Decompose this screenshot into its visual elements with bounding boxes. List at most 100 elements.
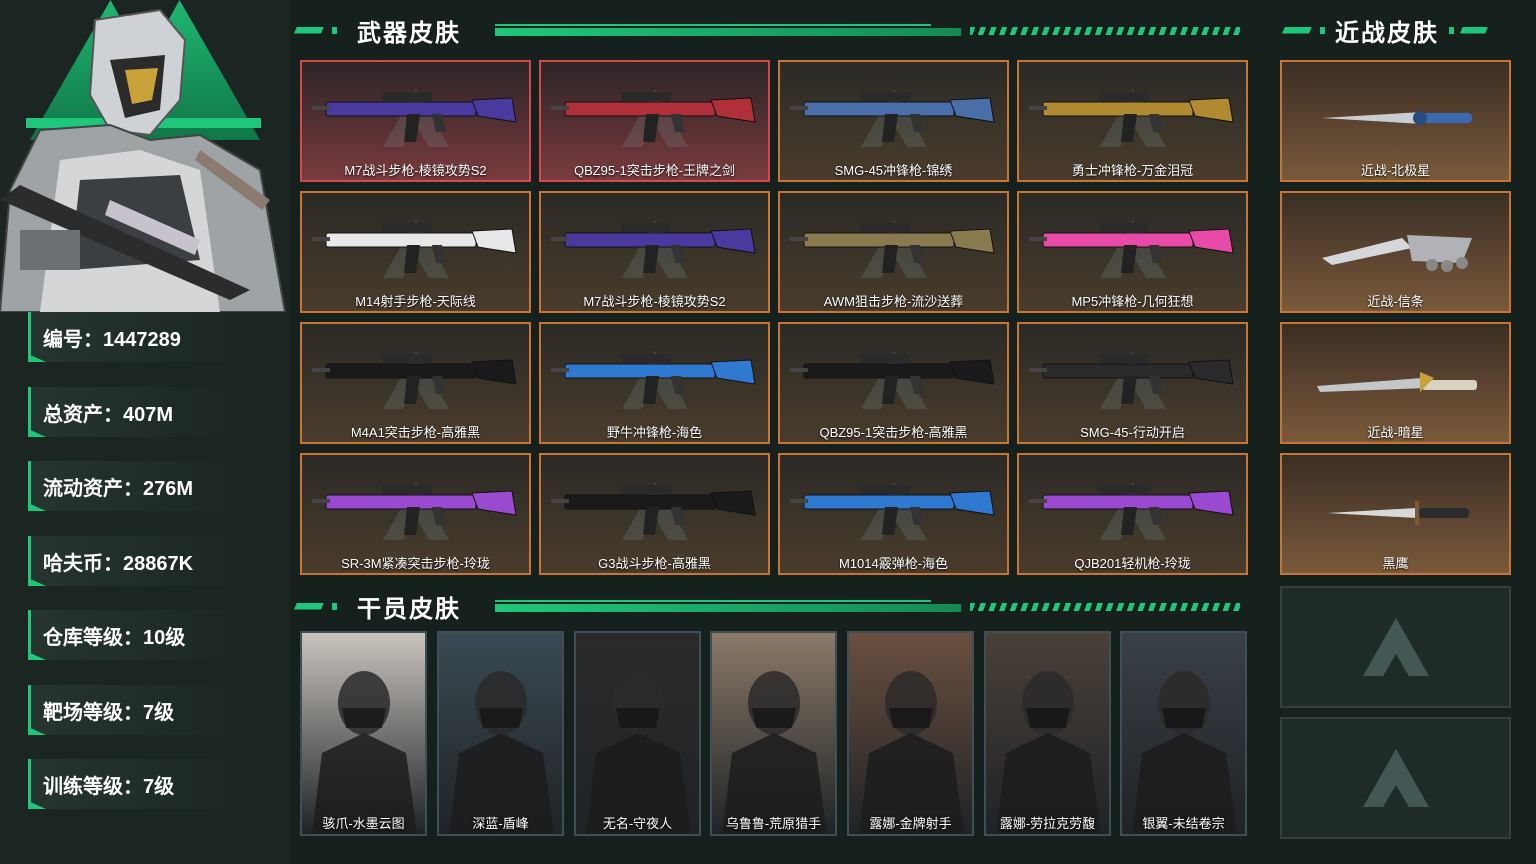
header-dash [294,602,324,610]
weapon-image [1029,223,1234,273]
stat-training-level: 训练等级：7级 [28,759,261,809]
weapon-name: G3战斗步枪-高雅黑 [598,556,711,571]
weapon-card[interactable]: M4A1突击步枪-高雅黑 [300,322,531,444]
melee-card[interactable]: 近战-暗星 [1280,322,1511,444]
operator-card[interactable]: 无名-守夜人 [574,631,701,836]
logo-watermark-icon [1362,618,1429,676]
weapon-name: 勇士冲锋枪-万金泪冠 [1071,163,1194,178]
operator-name: 露娜-金牌射手 [869,816,952,831]
operator-card[interactable]: 骇爪-水墨云图 [300,631,427,836]
weapon-name: M4A1突击步枪-高雅黑 [350,425,481,440]
stat-range-level: 靶场等级：7级 [28,685,261,735]
weapon-card[interactable]: SMG-45冲锋枪-锦绣 [778,60,1009,182]
header-dot [332,26,337,34]
operator-card[interactable]: 银翼-未结卷宗 [1120,631,1247,836]
operator-image [996,671,1101,834]
weapon-image [790,485,995,535]
header-dot [1320,26,1325,34]
melee-section-title: 近战皮肤 [1335,19,1439,47]
weapon-card[interactable]: QBZ95-1突击步枪-高雅黑 [778,322,1009,444]
header-dash [1282,26,1312,34]
operators-section-title: 干员皮肤 [357,595,461,623]
stat-id-text: 编号：1447289 [43,328,181,351]
stat-training-level-text: 训练等级：7级 [43,775,175,798]
operator-card[interactable]: 深蓝-盾峰 [437,631,564,836]
knife-icon [1322,235,1472,272]
weapon-image [1029,485,1234,535]
operator-name: 露娜-劳拉克劳馥 [999,816,1096,831]
operator-image [586,671,691,834]
weapon-name: QBZ95-1突击步枪-王牌之剑 [573,163,736,178]
weapon-card[interactable]: G3战斗步枪-高雅黑 [539,453,770,575]
weapon-name: SMG-45冲锋枪-锦绣 [834,163,953,178]
header-dot [1449,26,1454,34]
weapon-card[interactable]: QJB201轻机枪-玲珑 [1017,453,1248,575]
weapon-card[interactable]: SMG-45-行动开启 [1017,322,1248,444]
header-dot [332,602,337,610]
weapon-card[interactable]: M14射手步枪-天际线 [300,191,531,313]
weapon-image [790,223,995,273]
melee-slot-empty[interactable] [1280,586,1511,708]
weapon-image [312,354,517,404]
knife-icon [1317,372,1477,392]
melee-name: 近战-北极星 [1360,163,1431,178]
header-line [495,600,1246,612]
operator-card[interactable]: 乌鲁鲁-荒原猎手 [710,631,837,836]
weapon-image [312,92,517,142]
weapon-name: M7战斗步枪-棱镜攻势S2 [344,163,487,178]
stat-hafcoin: 哈夫币：28867K [28,536,261,586]
operator-name: 银翼-未结卷宗 [1142,816,1225,831]
operator-name: 乌鲁鲁-荒原猎手 [725,816,822,831]
melee-name: 近战-暗星 [1367,425,1424,440]
weapon-card[interactable]: M7战斗步枪-棱镜攻势S2 [539,191,770,313]
weapon-name: SR-3M紧凑突击步枪-玲珑 [341,556,490,571]
weapon-card[interactable]: MP5冲锋枪-几何狂想 [1017,191,1248,313]
weapon-image [790,92,995,142]
weapon-card[interactable]: M1014霰弹枪-海色 [778,453,1009,575]
weapon-image [551,485,756,535]
logo-watermark-icon [1362,749,1429,807]
weapon-image [790,354,995,404]
weapon-card[interactable]: 野牛冲锋枪-海色 [539,322,770,444]
melee-slot-empty[interactable] [1280,717,1511,839]
weapon-card[interactable]: AWM狙击步枪-流沙送葬 [778,191,1009,313]
weapon-name: M14射手步枪-天际线 [355,294,476,309]
weapon-image [551,223,756,273]
operator-image [449,671,554,834]
player-panel: 编号：1447289 总资产：407M 流动资产：276M 哈夫币：28867K… [0,0,290,864]
operator-portrait [0,8,287,312]
weapon-image [312,223,517,273]
weapon-card[interactable]: M7战斗步枪-棱镜攻势S2 [300,60,531,182]
operator-image [859,671,964,834]
weapon-card[interactable]: QBZ95-1突击步枪-王牌之剑 [539,60,770,182]
operators-section-header: 干员皮肤 [294,586,1246,626]
knife-icon [1322,111,1472,125]
stat-total-assets: 总资产：407M [28,387,261,437]
header-line [495,24,1246,36]
weapon-name: MP5冲锋枪-几何狂想 [1071,294,1194,309]
operator-card[interactable]: 露娜-劳拉克劳馥 [984,631,1111,836]
weapon-card[interactable]: 勇士冲锋枪-万金泪冠 [1017,60,1248,182]
melee-card[interactable]: 近战-信条 [1280,191,1511,313]
stat-liquid-assets: 流动资产：276M [28,461,261,511]
knife-icon [1327,501,1469,525]
weapon-name: 野牛冲锋枪-海色 [606,425,703,440]
weapon-name: QJB201轻机枪-玲珑 [1074,556,1191,571]
stat-hafcoin-text: 哈夫币：28867K [43,552,194,575]
operator-name: 骇爪-水墨云图 [322,816,405,831]
weapon-name: SMG-45-行动开启 [1080,425,1185,440]
melee-card[interactable]: 黑鹰 [1280,453,1511,575]
header-dash [1460,26,1488,34]
stat-range-level-text: 靶场等级：7级 [43,701,175,724]
weapon-card[interactable]: SR-3M紧凑突击步枪-玲珑 [300,453,531,575]
stat-warehouse-level: 仓库等级：10级 [28,610,261,660]
melee-card[interactable]: 近战-北极星 [1280,60,1511,182]
operator-card[interactable]: 露娜-金牌射手 [847,631,974,836]
stat-liquid-assets-text: 流动资产：276M [43,477,194,500]
weapon-image [1029,354,1234,404]
weapon-name: M7战斗步枪-棱镜攻势S2 [583,294,726,309]
weapon-image [1029,92,1234,142]
operator-image [722,671,827,834]
operator-image [312,671,417,834]
melee-name: 近战-信条 [1367,294,1424,309]
